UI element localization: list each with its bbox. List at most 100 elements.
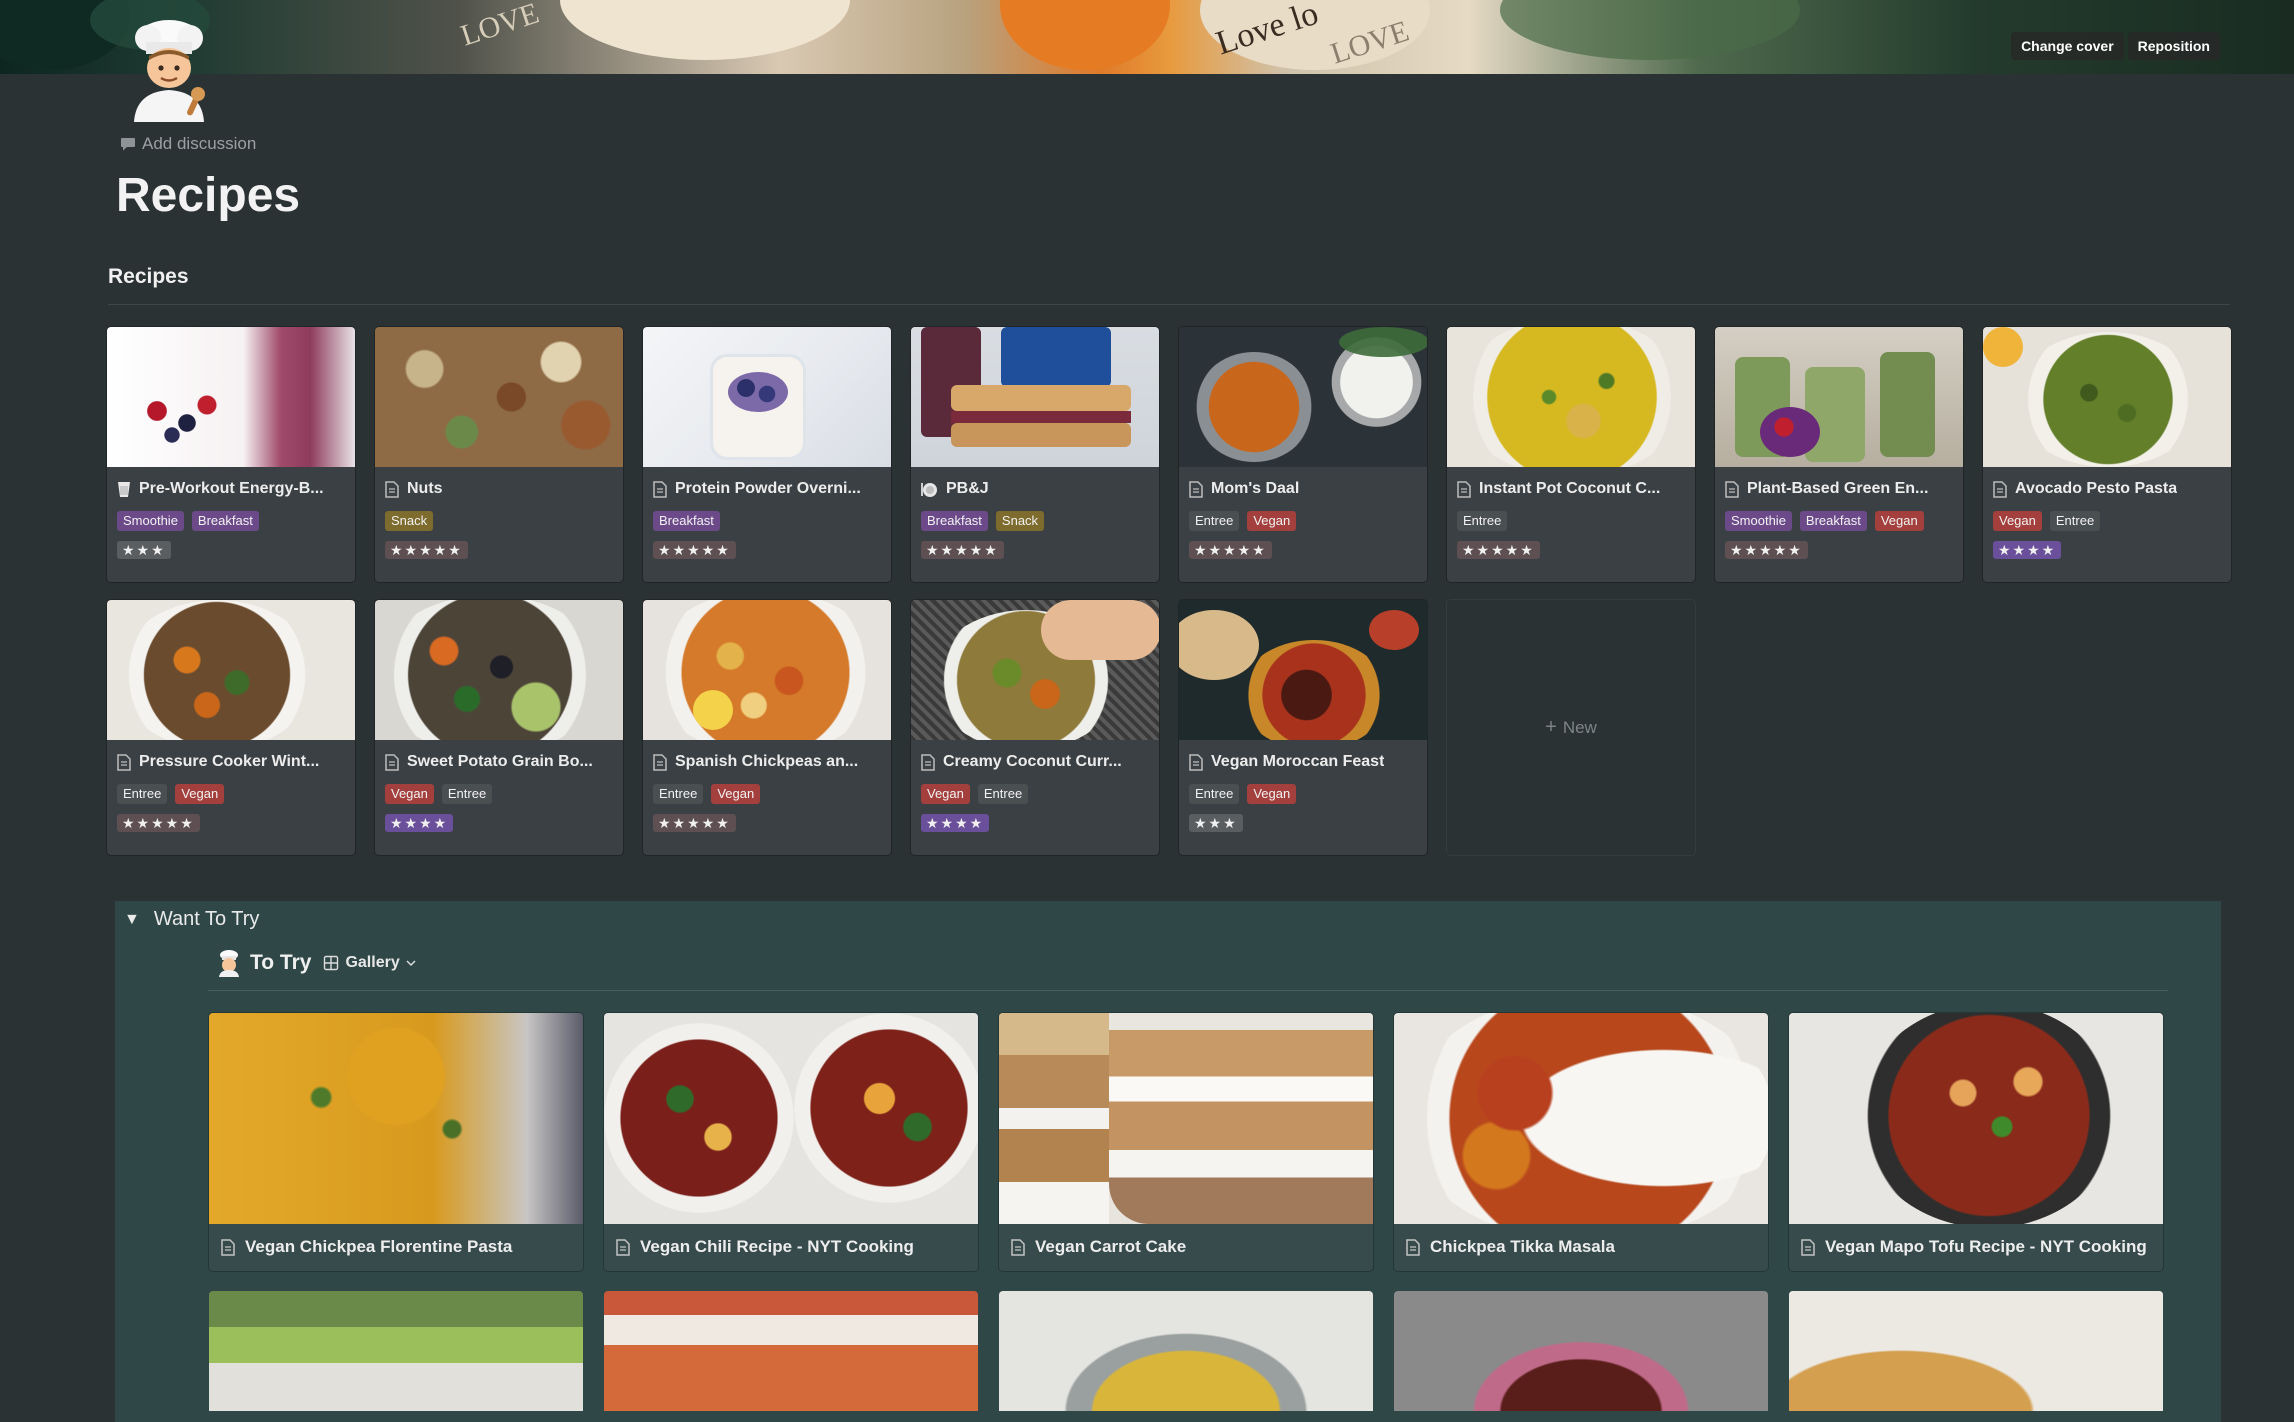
tag: Entree [2049, 511, 2101, 531]
recipe-card[interactable]: Instant Pot Coconut C... Entree ★★★★★ [1447, 327, 1695, 582]
gallery-card[interactable] [604, 1291, 978, 1411]
recipe-title-row: Avocado Pesto Pasta [1983, 479, 2231, 499]
new-recipe-button[interactable]: + New [1447, 600, 1695, 855]
recipe-tags: Breakfast [643, 511, 891, 531]
recipe-card[interactable]: Spanish Chickpeas an... Entree Vegan ★★★… [643, 600, 891, 855]
tag: Smoothie [117, 511, 184, 531]
toggle-triangle-icon[interactable]: ▼ [124, 911, 140, 929]
recipe-tags: Smoothie Breakfast [107, 511, 355, 531]
gallery-card[interactable]: Vegan Chili Recipe - NYT Cooking [604, 1013, 978, 1271]
recipe-photo [643, 600, 891, 740]
recipe-photo [1447, 327, 1695, 467]
tag: Entree [117, 784, 168, 804]
gallery-card[interactable]: Chickpea Tikka Masala [1394, 1013, 1768, 1271]
cover-decor [560, 0, 850, 60]
tag: Breakfast [921, 511, 988, 531]
chef-emoji-icon[interactable] [124, 18, 214, 122]
tag: Breakfast [1799, 511, 1867, 531]
recipes-database-title[interactable]: Recipes [108, 265, 189, 289]
gallery-card[interactable] [1789, 1291, 2163, 1411]
recipe-title-row: Protein Powder Overni... [643, 479, 891, 499]
recipe-title: Plant-Based Green En... [1747, 480, 1929, 497]
recipe-card[interactable]: Pressure Cooker Wint... Entree Vegan ★★★… [107, 600, 355, 855]
recipe-photo [1789, 1291, 2163, 1411]
recipe-card[interactable]: PB&J Breakfast Snack ★★★★★ [911, 327, 1159, 582]
document-icon [1189, 480, 1203, 498]
recipe-tags: Entree Vegan [107, 784, 355, 804]
recipe-title-row: Creamy Coconut Curr... [911, 752, 1159, 772]
tag: Entree [653, 784, 704, 804]
gallery-title: Chickpea Tikka Masala [1430, 1237, 1615, 1256]
comment-icon [121, 137, 135, 150]
recipe-title: PB&J [946, 480, 989, 497]
rating-badge: ★★★★★ [653, 541, 736, 559]
tag: Smoothie [1725, 511, 1792, 531]
recipe-title-row: Pre-Workout Energy-B... [107, 479, 355, 499]
document-icon [1457, 480, 1471, 498]
document-icon [117, 753, 131, 771]
recipe-tags: Vegan Entree [375, 784, 623, 804]
recipe-photo [604, 1291, 978, 1411]
recipe-title: Spanish Chickpeas an... [675, 753, 859, 770]
gallery-card[interactable]: Vegan Mapo Tofu Recipe - NYT Cooking [1789, 1013, 2163, 1271]
recipe-title: Creamy Coconut Curr... [943, 753, 1122, 770]
reposition-button[interactable]: Reposition [2127, 32, 2220, 60]
recipe-tags: Snack [375, 511, 623, 531]
recipe-tags: Breakfast Snack [911, 511, 1159, 531]
recipe-card[interactable]: Pre-Workout Energy-B... Smoothie Breakfa… [107, 327, 355, 582]
recipe-tags: Smoothie Breakfast Vegan [1715, 511, 1963, 531]
recipe-card[interactable]: Avocado Pesto Pasta Vegan Entree ★★★★ [1983, 327, 2231, 582]
gallery-card[interactable] [999, 1291, 1373, 1411]
tag: Breakfast [191, 511, 259, 531]
add-discussion-label: Add discussion [142, 134, 257, 153]
view-type-dropdown[interactable]: Gallery [323, 954, 416, 972]
recipe-title: Vegan Moroccan Feast [1211, 753, 1385, 770]
chevron-down-icon [406, 960, 416, 967]
recipe-tags: Vegan Entree [911, 784, 1159, 804]
recipe-photo [107, 327, 355, 467]
recipe-photo [375, 327, 623, 467]
page-title[interactable]: Recipes [116, 168, 300, 223]
document-icon [1406, 1238, 1420, 1256]
document-icon [1725, 480, 1739, 498]
recipe-tags: Entree Vegan [1179, 511, 1427, 531]
document-icon [653, 480, 667, 498]
recipe-card[interactable]: Plant-Based Green En... Smoothie Breakfa… [1715, 327, 1963, 582]
gallery-card[interactable]: Vegan Chickpea Florentine Pasta [209, 1013, 583, 1271]
recipe-card[interactable]: Vegan Moroccan Feast Entree Vegan ★★★ [1179, 600, 1427, 855]
page-cover: LOVE Love lo LOVE [0, 0, 2294, 74]
rating-badge: ★★★★★ [921, 541, 1004, 559]
gallery-card[interactable]: Vegan Carrot Cake [999, 1013, 1373, 1271]
recipe-photo [209, 1013, 583, 1224]
recipe-photo [1179, 327, 1427, 467]
add-discussion-button[interactable]: Add discussion [120, 134, 256, 154]
to-try-title-text: To Try [250, 951, 312, 974]
recipe-title-row: Vegan Moroccan Feast [1179, 752, 1427, 772]
recipe-title-row: Pressure Cooker Wint... [107, 752, 355, 772]
rating-badge: ★★★★★ [1189, 541, 1272, 559]
gallery-title-row: Vegan Mapo Tofu Recipe - NYT Cooking [1789, 1237, 2163, 1257]
recipe-card[interactable]: Nuts Snack ★★★★★ [375, 327, 623, 582]
document-icon [1993, 480, 2007, 498]
gallery-title-row: Vegan Carrot Cake [999, 1237, 1373, 1257]
tag: Vegan [1247, 784, 1297, 804]
rating-badge: ★★★★ [921, 814, 990, 832]
divider [108, 304, 2230, 305]
recipe-card[interactable]: Mom's Daal Entree Vegan ★★★★★ [1179, 327, 1427, 582]
gallery-title: Vegan Chili Recipe - NYT Cooking [640, 1237, 914, 1256]
document-icon [616, 1238, 630, 1256]
to-try-title[interactable]: To Try [216, 949, 311, 977]
change-cover-button[interactable]: Change cover [2011, 32, 2124, 60]
recipe-card[interactable]: Creamy Coconut Curr... Vegan Entree ★★★★ [911, 600, 1159, 855]
plus-icon: + [1545, 716, 1557, 738]
want-to-try-toggle[interactable]: ▼ Want To Try [124, 908, 259, 931]
gallery-card[interactable] [209, 1291, 583, 1411]
recipe-card[interactable]: Sweet Potato Grain Bo... Vegan Entree ★★… [375, 600, 623, 855]
recipe-title-row: Instant Pot Coconut C... [1447, 479, 1695, 499]
recipe-card[interactable]: Protein Powder Overni... Breakfast ★★★★★ [643, 327, 891, 582]
recipe-title-row: Spanish Chickpeas an... [643, 752, 891, 772]
gallery-card[interactable] [1394, 1291, 1768, 1411]
view-type-label: Gallery [345, 954, 400, 971]
toggle-label: Want To Try [153, 908, 260, 930]
chef-emoji-icon [219, 950, 239, 977]
